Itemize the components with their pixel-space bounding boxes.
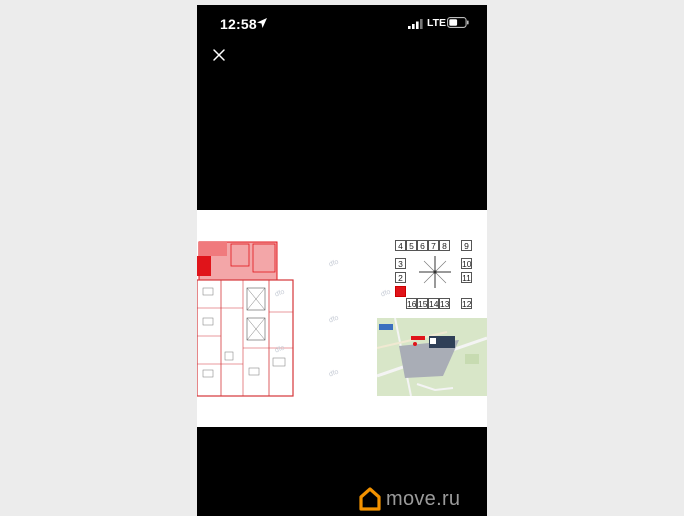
status-time: 12:58 bbox=[220, 16, 257, 32]
photo-viewer-screen: 12:58 LTE dfo dfo dfo dfo dfo dfo 4 5 6 … bbox=[197, 5, 487, 516]
location-map-thumbnail bbox=[377, 318, 487, 396]
unit-cell: 12 bbox=[461, 298, 472, 309]
unit-cell: 2 bbox=[395, 272, 406, 283]
compass-icon bbox=[419, 256, 451, 288]
watermark-text: dfo bbox=[328, 258, 340, 269]
unit-cell: 16 bbox=[406, 298, 417, 309]
house-logo-icon bbox=[359, 487, 381, 511]
watermark-text: dfo bbox=[328, 368, 340, 379]
unit-cell: 4 bbox=[395, 240, 406, 251]
signal-strength-icon bbox=[408, 19, 423, 29]
unit-cell: 8 bbox=[439, 240, 450, 251]
building-section-scheme: 4 5 6 7 8 9 3 2 10 11 16 15 14 13 12 bbox=[395, 240, 475, 310]
unit-cell-selected bbox=[395, 286, 406, 297]
brand-name: move.ru bbox=[386, 487, 461, 510]
brand-watermark: move.ru bbox=[359, 486, 460, 512]
unit-cell: 7 bbox=[428, 240, 439, 251]
watermark-text: dfo bbox=[380, 288, 392, 299]
unit-cell: 3 bbox=[395, 258, 406, 269]
status-bar: 12:58 LTE bbox=[197, 5, 487, 43]
unit-cell: 15 bbox=[417, 298, 428, 309]
unit-cell: 10 bbox=[461, 258, 472, 269]
close-icon[interactable] bbox=[211, 47, 227, 63]
floor-plan-image[interactable]: dfo dfo dfo dfo dfo dfo 4 5 6 7 8 9 3 2 … bbox=[197, 210, 487, 427]
battery-icon bbox=[447, 17, 469, 28]
unit-cell: 13 bbox=[439, 298, 450, 309]
network-type: LTE bbox=[427, 17, 447, 29]
apartment-floorplan bbox=[197, 240, 295, 398]
unit-cell: 5 bbox=[406, 240, 417, 251]
watermark-text: dfo bbox=[328, 314, 340, 325]
unit-cell: 11 bbox=[461, 272, 472, 283]
location-arrow-icon bbox=[257, 18, 267, 28]
unit-cell: 6 bbox=[417, 240, 428, 251]
unit-cell: 14 bbox=[428, 298, 439, 309]
unit-cell: 9 bbox=[461, 240, 472, 251]
